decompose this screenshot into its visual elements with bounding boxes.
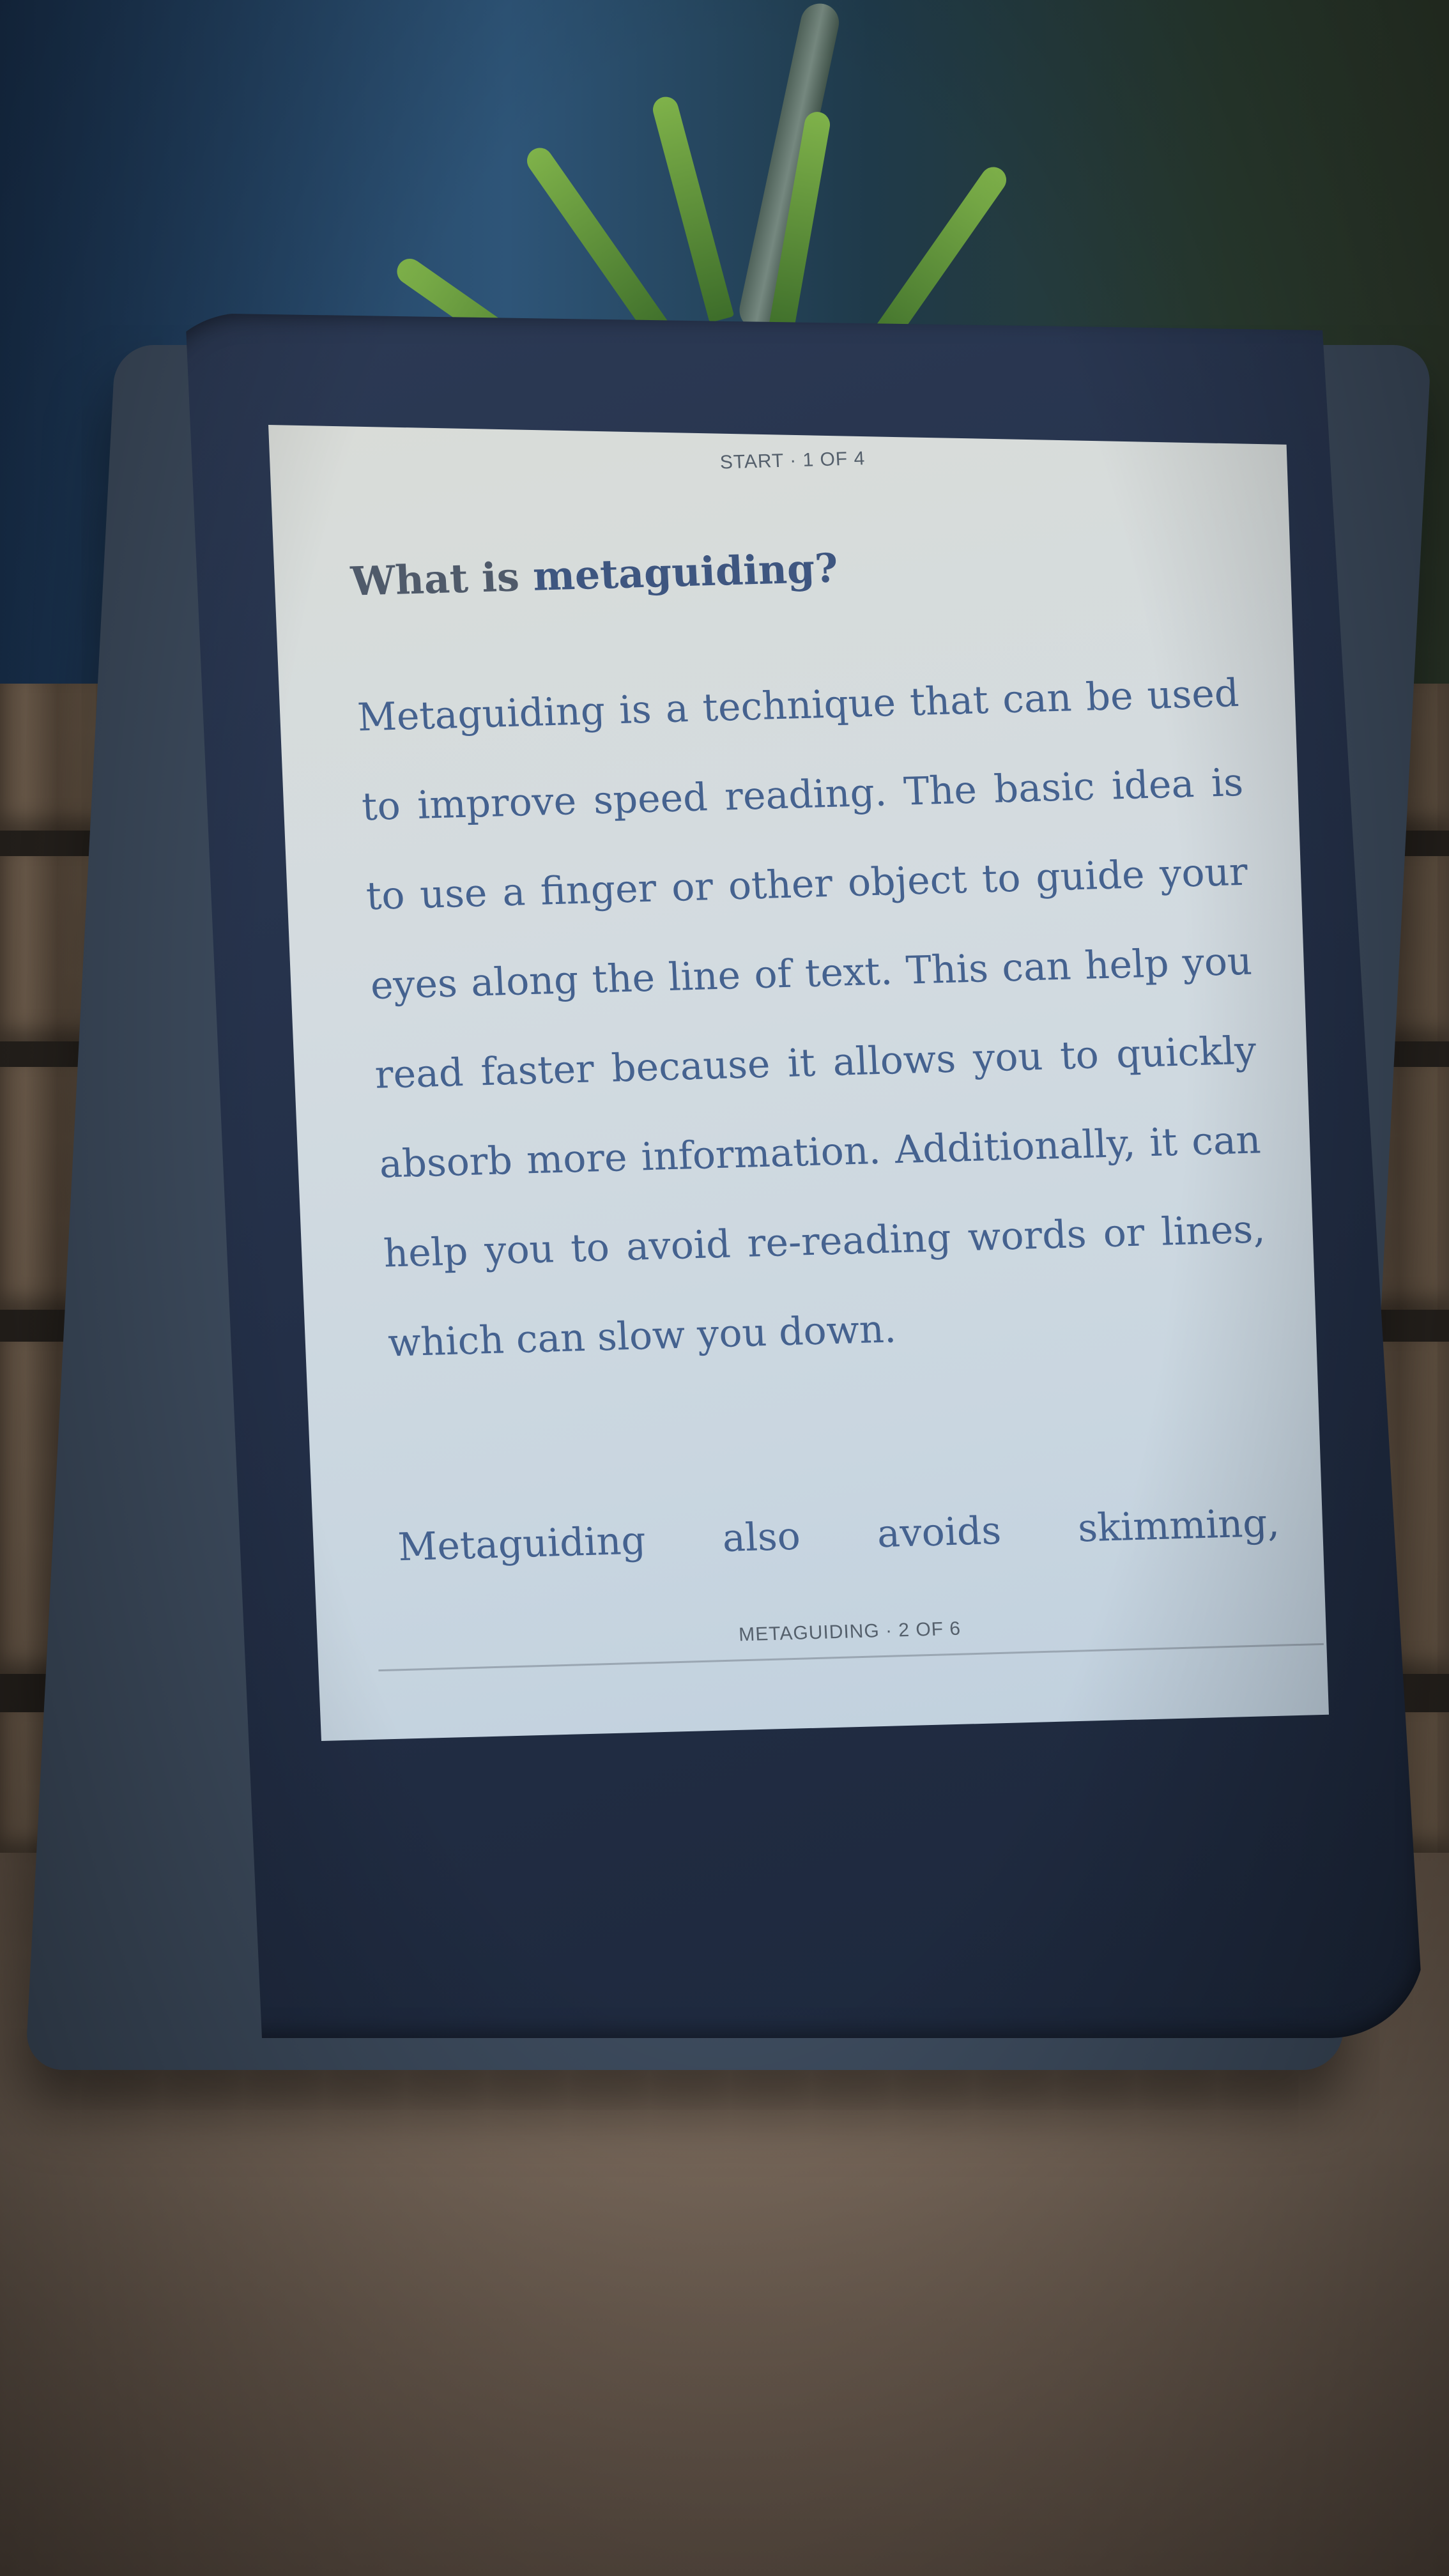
body-paragraph-continued: Metaguiding also avoids skimming, xyxy=(397,1500,1281,1570)
page-content: START · 1 OF 4 What is metaguiding? Meta… xyxy=(319,437,1326,1714)
heading-prefix: What is xyxy=(349,553,534,605)
photo-scene: START · 1 OF 4 What is metaguiding? Meta… xyxy=(0,0,1449,2576)
heading-emphasis: metaguiding? xyxy=(532,544,839,600)
ereader-screen[interactable]: START · 1 OF 4 What is metaguiding? Meta… xyxy=(268,425,1329,1741)
body-paragraph: Metaguiding is a technique that can be u… xyxy=(356,670,1266,1366)
chapter-progress-header: START · 1 OF 4 xyxy=(719,448,866,473)
page-heading: What is metaguiding? xyxy=(349,544,839,604)
